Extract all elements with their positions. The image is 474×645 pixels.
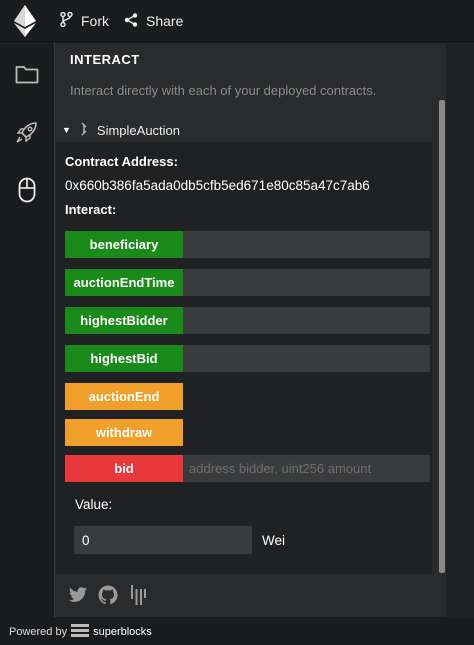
folder-icon[interactable]	[14, 61, 40, 87]
highest-bidder-button[interactable]: highestBidder	[65, 307, 183, 334]
beneficiary-button[interactable]: beneficiary	[65, 231, 183, 258]
mouse-icon[interactable]	[14, 177, 40, 203]
superblocks-brand: superblocks	[93, 625, 152, 638]
bid-args-input[interactable]	[183, 455, 430, 482]
fork-icon	[60, 11, 73, 30]
auction-end-button[interactable]: auctionEnd	[65, 383, 183, 410]
powered-by-label: Powered by	[9, 625, 68, 638]
ethereum-logo-icon	[12, 5, 38, 37]
caret-down-icon: ▼	[62, 125, 71, 135]
highest-bid-button[interactable]: highestBid	[65, 345, 183, 372]
auction-end-time-input-area	[183, 269, 430, 296]
scrollbar-thumb[interactable]	[439, 100, 445, 573]
highest-bid-input-area	[183, 345, 430, 372]
contract-icon	[79, 122, 89, 139]
github-icon[interactable]	[98, 585, 118, 605]
value-unit: Wei	[262, 533, 286, 548]
share-label: Share	[146, 13, 184, 29]
gitter-icon[interactable]	[128, 585, 148, 605]
panel-title: INTERACT	[70, 52, 140, 67]
contract-address: 0x660b386fa5ada0db5cfb5ed671e80c85a47c7a…	[65, 178, 370, 193]
top-bar: Fork Share	[0, 0, 474, 42]
twitter-icon[interactable]	[68, 585, 88, 605]
fork-label: Fork	[81, 13, 109, 29]
footer: Powered by superblocks	[0, 618, 474, 645]
share-button[interactable]: Share	[124, 0, 183, 42]
contract-header[interactable]: ▼ SimpleAuction	[62, 120, 180, 140]
value-input[interactable]	[74, 526, 252, 554]
social-links	[68, 585, 148, 605]
beneficiary-input-area	[183, 231, 430, 258]
superblocks-logo-icon	[71, 623, 90, 640]
withdraw-button[interactable]: withdraw	[65, 419, 183, 446]
contract-name: SimpleAuction	[96, 122, 181, 138]
bid-button[interactable]: bid	[65, 455, 183, 482]
right-gutter	[446, 43, 474, 617]
value-label: Value:	[75, 497, 113, 512]
highest-bidder-input-area	[183, 307, 430, 334]
interact-label: Interact:	[65, 202, 117, 217]
contract-address-label: Contract Address:	[65, 154, 178, 169]
superblocks-link[interactable]: superblocks	[71, 623, 152, 640]
panel-description: Interact directly with each of your depl…	[70, 83, 377, 98]
auction-end-time-button[interactable]: auctionEndTime	[65, 269, 183, 296]
share-icon	[124, 12, 138, 30]
rocket-icon[interactable]	[14, 119, 40, 145]
left-sidebar	[0, 43, 54, 617]
fork-button[interactable]: Fork	[60, 0, 109, 42]
